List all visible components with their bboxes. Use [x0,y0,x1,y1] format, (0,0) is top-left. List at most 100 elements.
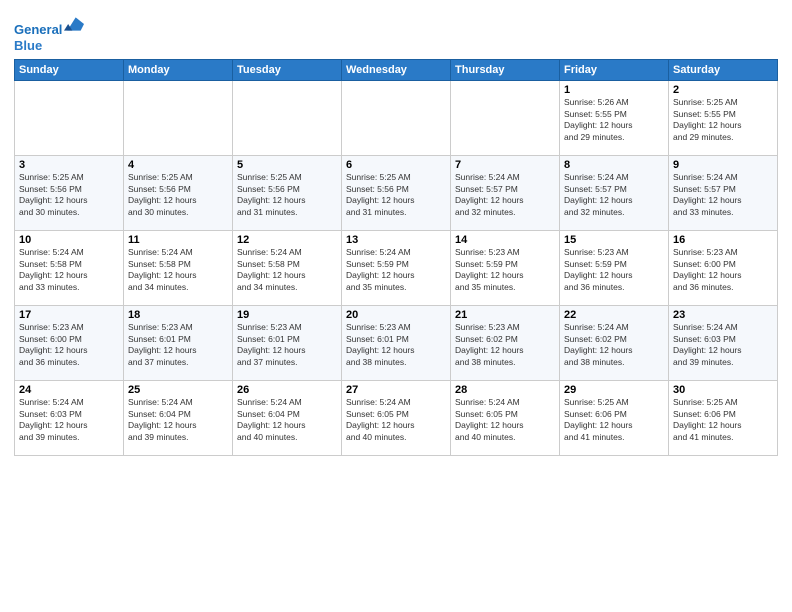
logo-icon [64,14,84,34]
day-info: Sunrise: 5:23 AM Sunset: 6:01 PM Dayligh… [128,322,228,368]
calendar-cell: 23Sunrise: 5:24 AM Sunset: 6:03 PM Dayli… [669,306,778,381]
calendar-cell: 16Sunrise: 5:23 AM Sunset: 6:00 PM Dayli… [669,231,778,306]
day-number: 26 [237,384,337,396]
calendar-cell: 15Sunrise: 5:23 AM Sunset: 5:59 PM Dayli… [560,231,669,306]
calendar-cell: 17Sunrise: 5:23 AM Sunset: 6:00 PM Dayli… [15,306,124,381]
calendar-cell: 19Sunrise: 5:23 AM Sunset: 6:01 PM Dayli… [233,306,342,381]
day-info: Sunrise: 5:23 AM Sunset: 6:01 PM Dayligh… [237,322,337,368]
calendar-cell [124,81,233,156]
calendar-cell: 20Sunrise: 5:23 AM Sunset: 6:01 PM Dayli… [342,306,451,381]
calendar-cell: 3Sunrise: 5:25 AM Sunset: 5:56 PM Daylig… [15,156,124,231]
calendar-week-row: 10Sunrise: 5:24 AM Sunset: 5:58 PM Dayli… [15,231,778,306]
day-info: Sunrise: 5:23 AM Sunset: 5:59 PM Dayligh… [564,247,664,293]
day-info: Sunrise: 5:23 AM Sunset: 6:00 PM Dayligh… [19,322,119,368]
weekday-header: Friday [560,60,669,81]
weekday-header: Tuesday [233,60,342,81]
day-number: 6 [346,159,446,171]
weekday-header: Saturday [669,60,778,81]
day-info: Sunrise: 5:26 AM Sunset: 5:55 PM Dayligh… [564,97,664,143]
calendar-cell [451,81,560,156]
weekday-header: Wednesday [342,60,451,81]
calendar-cell: 1Sunrise: 5:26 AM Sunset: 5:55 PM Daylig… [560,81,669,156]
day-number: 3 [19,159,119,171]
day-number: 30 [673,384,773,396]
calendar-cell: 9Sunrise: 5:24 AM Sunset: 5:57 PM Daylig… [669,156,778,231]
day-info: Sunrise: 5:23 AM Sunset: 5:59 PM Dayligh… [455,247,555,293]
day-info: Sunrise: 5:25 AM Sunset: 5:55 PM Dayligh… [673,97,773,143]
calendar-cell: 2Sunrise: 5:25 AM Sunset: 5:55 PM Daylig… [669,81,778,156]
calendar-cell: 27Sunrise: 5:24 AM Sunset: 6:05 PM Dayli… [342,381,451,456]
day-info: Sunrise: 5:24 AM Sunset: 5:59 PM Dayligh… [346,247,446,293]
calendar-cell: 18Sunrise: 5:23 AM Sunset: 6:01 PM Dayli… [124,306,233,381]
day-number: 9 [673,159,773,171]
calendar-cell: 7Sunrise: 5:24 AM Sunset: 5:57 PM Daylig… [451,156,560,231]
day-number: 2 [673,84,773,96]
day-info: Sunrise: 5:24 AM Sunset: 6:03 PM Dayligh… [19,397,119,443]
day-number: 25 [128,384,228,396]
day-number: 4 [128,159,228,171]
calendar-cell: 21Sunrise: 5:23 AM Sunset: 6:02 PM Dayli… [451,306,560,381]
day-info: Sunrise: 5:24 AM Sunset: 5:57 PM Dayligh… [564,172,664,218]
day-info: Sunrise: 5:25 AM Sunset: 5:56 PM Dayligh… [128,172,228,218]
calendar-cell: 6Sunrise: 5:25 AM Sunset: 5:56 PM Daylig… [342,156,451,231]
calendar-cell: 8Sunrise: 5:24 AM Sunset: 5:57 PM Daylig… [560,156,669,231]
day-info: Sunrise: 5:25 AM Sunset: 6:06 PM Dayligh… [564,397,664,443]
day-info: Sunrise: 5:24 AM Sunset: 5:57 PM Dayligh… [455,172,555,218]
day-number: 27 [346,384,446,396]
day-info: Sunrise: 5:25 AM Sunset: 5:56 PM Dayligh… [237,172,337,218]
day-number: 1 [564,84,664,96]
logo-blue: Blue [14,38,42,53]
day-number: 20 [346,309,446,321]
day-number: 18 [128,309,228,321]
calendar-cell: 4Sunrise: 5:25 AM Sunset: 5:56 PM Daylig… [124,156,233,231]
day-number: 11 [128,234,228,246]
calendar-week-row: 1Sunrise: 5:26 AM Sunset: 5:55 PM Daylig… [15,81,778,156]
day-info: Sunrise: 5:24 AM Sunset: 5:57 PM Dayligh… [673,172,773,218]
calendar-cell: 28Sunrise: 5:24 AM Sunset: 6:05 PM Dayli… [451,381,560,456]
day-info: Sunrise: 5:23 AM Sunset: 6:00 PM Dayligh… [673,247,773,293]
calendar-cell: 13Sunrise: 5:24 AM Sunset: 5:59 PM Dayli… [342,231,451,306]
day-number: 12 [237,234,337,246]
calendar-cell: 25Sunrise: 5:24 AM Sunset: 6:04 PM Dayli… [124,381,233,456]
calendar-cell: 30Sunrise: 5:25 AM Sunset: 6:06 PM Dayli… [669,381,778,456]
calendar-header-row: SundayMondayTuesdayWednesdayThursdayFrid… [15,60,778,81]
day-number: 13 [346,234,446,246]
day-info: Sunrise: 5:24 AM Sunset: 5:58 PM Dayligh… [237,247,337,293]
day-number: 28 [455,384,555,396]
calendar-cell [342,81,451,156]
day-info: Sunrise: 5:24 AM Sunset: 6:04 PM Dayligh… [237,397,337,443]
calendar-cell: 14Sunrise: 5:23 AM Sunset: 5:59 PM Dayli… [451,231,560,306]
calendar-cell [15,81,124,156]
calendar-cell: 26Sunrise: 5:24 AM Sunset: 6:04 PM Dayli… [233,381,342,456]
day-info: Sunrise: 5:24 AM Sunset: 6:05 PM Dayligh… [346,397,446,443]
day-number: 23 [673,309,773,321]
day-info: Sunrise: 5:24 AM Sunset: 5:58 PM Dayligh… [128,247,228,293]
calendar-cell: 29Sunrise: 5:25 AM Sunset: 6:06 PM Dayli… [560,381,669,456]
day-number: 22 [564,309,664,321]
page: General Blue SundayMondayTuesdayWednesda… [0,0,792,612]
calendar-week-row: 17Sunrise: 5:23 AM Sunset: 6:00 PM Dayli… [15,306,778,381]
calendar-cell: 10Sunrise: 5:24 AM Sunset: 5:58 PM Dayli… [15,231,124,306]
calendar-cell: 5Sunrise: 5:25 AM Sunset: 5:56 PM Daylig… [233,156,342,231]
weekday-header: Thursday [451,60,560,81]
calendar-body: 1Sunrise: 5:26 AM Sunset: 5:55 PM Daylig… [15,81,778,456]
weekday-header: Sunday [15,60,124,81]
logo: General Blue [14,14,84,53]
day-number: 29 [564,384,664,396]
calendar-cell [233,81,342,156]
day-info: Sunrise: 5:24 AM Sunset: 5:58 PM Dayligh… [19,247,119,293]
calendar-cell: 12Sunrise: 5:24 AM Sunset: 5:58 PM Dayli… [233,231,342,306]
calendar-week-row: 24Sunrise: 5:24 AM Sunset: 6:03 PM Dayli… [15,381,778,456]
day-info: Sunrise: 5:23 AM Sunset: 6:01 PM Dayligh… [346,322,446,368]
day-number: 10 [19,234,119,246]
day-number: 15 [564,234,664,246]
calendar-cell: 11Sunrise: 5:24 AM Sunset: 5:58 PM Dayli… [124,231,233,306]
day-number: 8 [564,159,664,171]
day-info: Sunrise: 5:24 AM Sunset: 6:05 PM Dayligh… [455,397,555,443]
weekday-header: Monday [124,60,233,81]
day-number: 24 [19,384,119,396]
calendar-table: SundayMondayTuesdayWednesdayThursdayFrid… [14,59,778,456]
day-info: Sunrise: 5:25 AM Sunset: 5:56 PM Dayligh… [19,172,119,218]
day-number: 19 [237,309,337,321]
header: General Blue [14,10,778,53]
